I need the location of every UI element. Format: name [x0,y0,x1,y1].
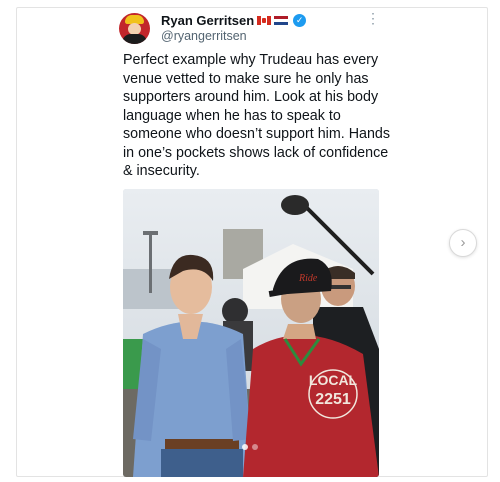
author-row: Ryan Gerritsen ✓ [161,12,307,28]
canada-flag-icon [257,15,272,25]
author-name[interactable]: Ryan Gerritsen [161,13,254,28]
shirt-text-line-2: 2251 [315,391,351,408]
chevron-right-icon: › [460,234,466,251]
verified-badge-icon: ✓ [293,13,307,27]
more-options-icon[interactable]: ⋮ [366,11,380,25]
avatar[interactable] [119,13,150,44]
photo-illustration: Ride LOCAL 2251 [123,189,379,477]
cap-logo: Ride [298,273,318,284]
tweet-text: Perfect example why Trudeau has every ve… [123,52,391,179]
tweet-photo[interactable]: Ride LOCAL 2251 [123,189,379,477]
netherlands-flag-icon [274,15,289,25]
author-handle[interactable]: @ryangerritsen [161,29,247,43]
next-image-button[interactable]: › [449,229,477,257]
carousel-dot-active[interactable] [242,444,248,450]
shirt-text-line-1: LOCAL [309,372,358,388]
carousel-dot[interactable] [252,444,258,450]
